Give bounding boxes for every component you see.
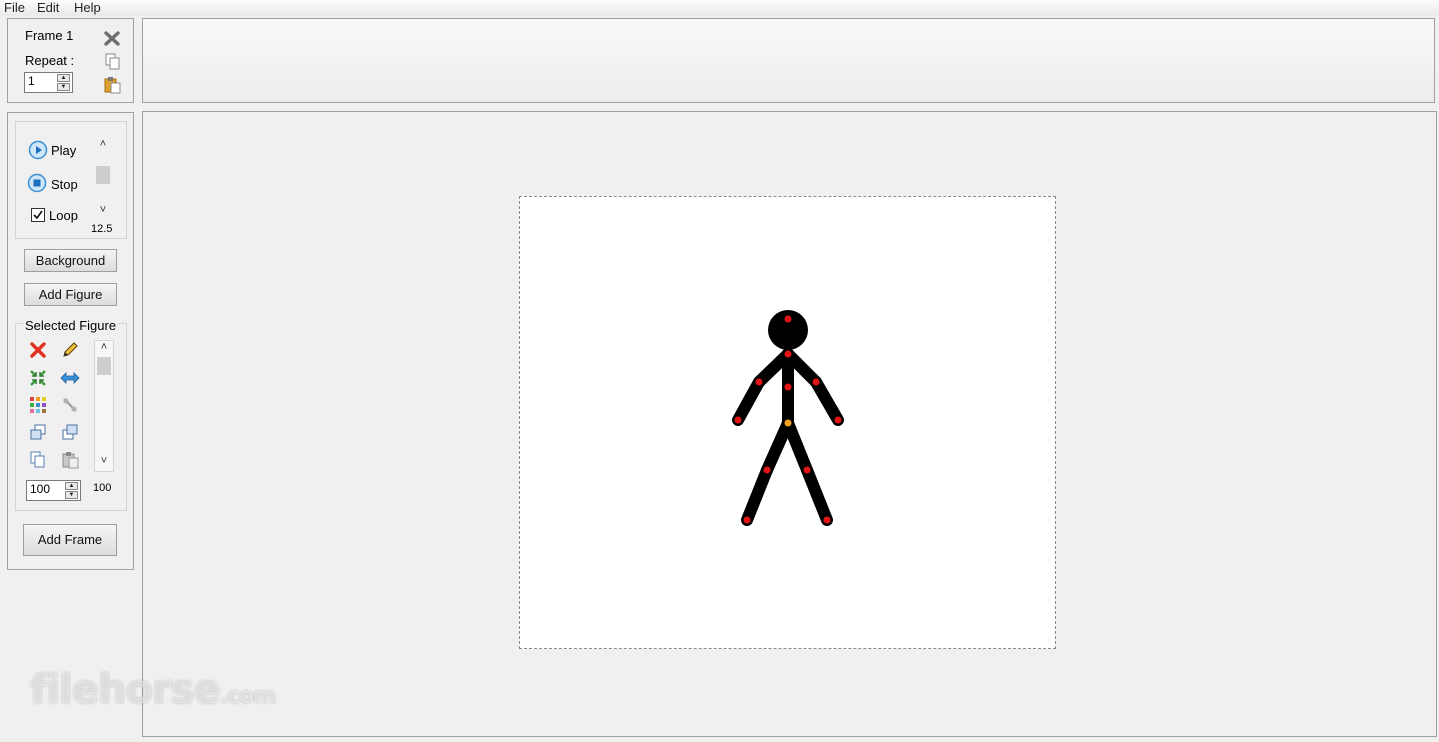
repeat-stepper[interactable]: 1 ▲ ▼ [24, 72, 73, 93]
speed-up-arrow[interactable]: ˄ [94, 138, 112, 150]
joint-right-hand [834, 416, 842, 424]
playback-group: Play Stop Loop ˄ ˅ 12.5 [15, 121, 127, 239]
frames-timeline[interactable] [142, 18, 1435, 103]
copy-figure-icon[interactable] [28, 450, 48, 470]
menu-bar: File Edit Help [0, 0, 1439, 16]
opacity-up-arrow[interactable]: ˄ [95, 341, 113, 353]
joint-right-foot [823, 516, 831, 524]
joint-left-knee [763, 466, 771, 474]
menu-file[interactable]: File [4, 0, 25, 15]
stick-figure[interactable] [520, 197, 1055, 648]
joint-head [784, 315, 792, 323]
add-figure-button[interactable]: Add Figure [24, 283, 117, 306]
selected-figure-title: Selected Figure [24, 318, 118, 333]
paste-figure-icon[interactable] [60, 450, 80, 470]
speed-slider-thumb[interactable] [96, 166, 110, 184]
opacity-value: 100 [93, 482, 112, 494]
play-label[interactable]: Play [51, 143, 76, 158]
send-backward-icon[interactable] [60, 422, 80, 442]
delete-figure-icon[interactable] [28, 340, 48, 360]
opacity-slider-thumb[interactable] [97, 357, 111, 375]
speed-down-arrow[interactable]: ˅ [94, 204, 112, 216]
joint-torso [784, 383, 792, 391]
menu-help[interactable]: Help [74, 0, 101, 15]
scale-figure-icon[interactable] [28, 368, 48, 388]
speed-slider[interactable]: ˄ ˅ [94, 138, 112, 222]
delete-frame-icon[interactable] [102, 28, 122, 48]
repeat-label: Repeat : [25, 53, 75, 68]
joint-left-foot [743, 516, 751, 524]
menu-edit[interactable]: Edit [37, 0, 59, 15]
flip-figure-icon[interactable] [60, 368, 80, 388]
watermark-logo: filehorse.com [30, 667, 276, 713]
drawing-canvas[interactable] [519, 196, 1056, 649]
add-frame-button[interactable]: Add Frame [23, 524, 117, 556]
stop-icon[interactable] [27, 173, 47, 193]
workspace [142, 111, 1437, 737]
repeat-up-button[interactable]: ▲ [57, 74, 70, 82]
frame-title: Frame 1 [25, 28, 74, 43]
repeat-value: 1 [28, 74, 35, 88]
frame-panel: Frame 1 Repeat : 1 ▲ ▼ [7, 18, 134, 103]
loop-checkbox[interactable] [31, 208, 45, 222]
copy-frame-icon[interactable] [102, 52, 122, 72]
joint-left-hand [734, 416, 742, 424]
loop-label[interactable]: Loop [49, 208, 78, 223]
selected-figure-group: Selected Figure ˄ ˅ 100 ▲ ▼ 100 [15, 318, 127, 511]
size-stepper[interactable]: 100 ▲ ▼ [26, 480, 81, 501]
play-icon[interactable] [28, 140, 48, 160]
watermark-text: filehorse [30, 667, 221, 713]
repeat-down-button[interactable]: ▼ [57, 83, 70, 91]
tools-panel: Play Stop Loop ˄ ˅ 12.5 Background Add F… [7, 112, 134, 570]
joint-right-elbow [812, 378, 820, 386]
speed-value: 12.5 [91, 223, 113, 235]
joint-origin [784, 419, 792, 427]
opacity-down-arrow[interactable]: ˅ [95, 455, 113, 467]
joint-neck [784, 350, 792, 358]
background-button[interactable]: Background [24, 249, 117, 272]
joint-right-knee [803, 466, 811, 474]
joint-left-elbow [755, 378, 763, 386]
opacity-slider[interactable]: ˄ ˅ [94, 340, 114, 472]
watermark-suffix: .com [219, 684, 276, 709]
size-down-button[interactable]: ▼ [65, 491, 78, 499]
bring-forward-icon[interactable] [28, 422, 48, 442]
size-value: 100 [30, 482, 51, 496]
stop-label[interactable]: Stop [51, 177, 78, 192]
size-up-button[interactable]: ▲ [65, 482, 78, 490]
paste-frame-icon[interactable] [102, 75, 122, 95]
color-figure-icon[interactable] [28, 395, 48, 415]
pin-joint-icon[interactable] [60, 395, 80, 415]
edit-figure-icon[interactable] [60, 340, 80, 360]
